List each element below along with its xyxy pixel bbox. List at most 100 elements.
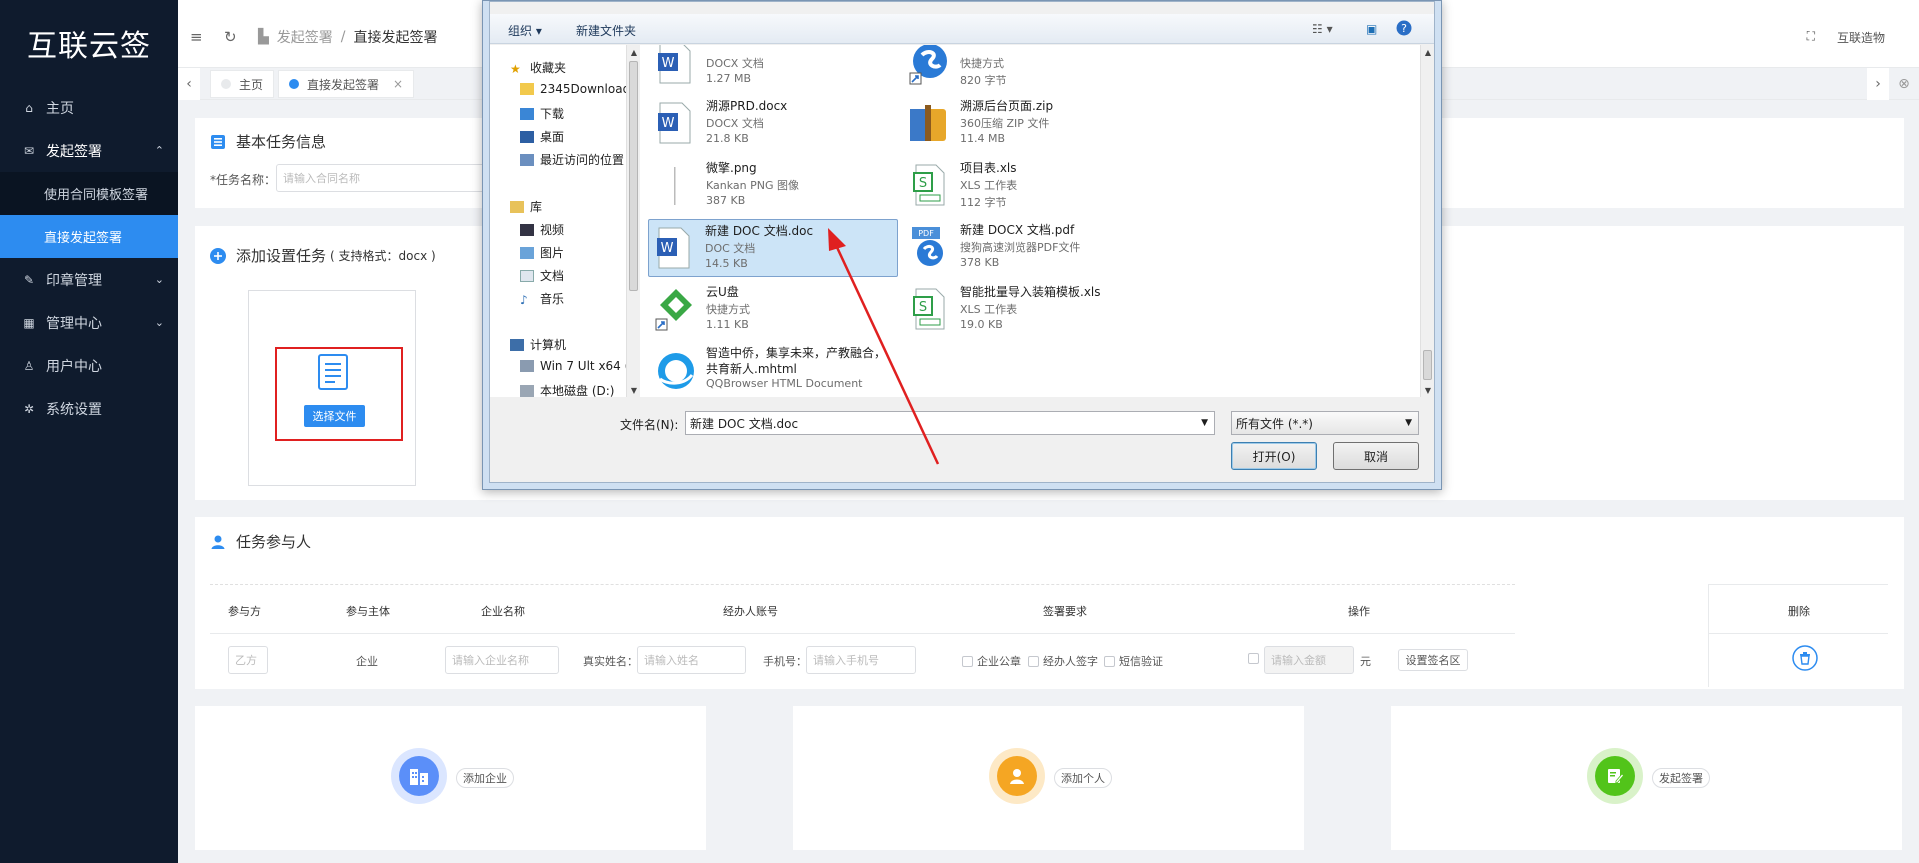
file-pane-scrollbar[interactable]: ▲ ▼ (1420, 45, 1434, 397)
file-type-select[interactable]: 所有文件 (*.*) ▼ (1231, 411, 1419, 435)
word-icon: W (654, 45, 694, 85)
nav-item-videos[interactable]: 视频 (520, 221, 564, 238)
realname-input[interactable]: 请输入姓名 (637, 646, 746, 674)
nav-item-2345downloads[interactable]: 2345Downloads (520, 82, 636, 96)
image-icon (654, 163, 694, 207)
set-signature-area-button[interactable]: 设置签名区 (1398, 649, 1468, 671)
tabs-scroll-right-icon[interactable]: › (1867, 68, 1889, 100)
company-seal-checkbox[interactable]: 企业公章 (962, 653, 1021, 669)
sidebar-item-user-center[interactable]: ♙ 用户中心 (0, 344, 178, 387)
agent-signature-checkbox[interactable]: 经办人签字 (1028, 653, 1098, 669)
sidebar-subitem-direct-sign[interactable]: 直接发起签署 (0, 215, 178, 258)
sidebar-item-seal-management[interactable]: ✎ 印章管理 ⌄ (0, 258, 178, 301)
file-item[interactable]: S 项目表.xls XLS 工作表 112 字节 (904, 157, 1154, 215)
checkbox[interactable] (962, 655, 973, 667)
nav-item-favorites[interactable]: ★ 收藏夹 (510, 59, 566, 76)
checkbox-label: 短信验证 (1119, 655, 1163, 668)
sidebar-item-initiate-sign[interactable]: ✉ 发起签署 ⌃ (0, 129, 178, 172)
add-person-label[interactable]: 添加个人 (1054, 768, 1112, 788)
view-options-icon[interactable]: ☷ ▾ (1312, 22, 1333, 36)
party-input[interactable]: 乙方 (228, 646, 268, 674)
sms-verify-checkbox[interactable]: 短信验证 (1104, 653, 1163, 669)
nav-item-libraries[interactable]: 库 (510, 198, 542, 215)
checkbox[interactable] (1104, 655, 1115, 667)
nav-item-computer[interactable]: 计算机 (510, 336, 566, 353)
scroll-down-icon[interactable]: ▼ (1421, 383, 1434, 397)
fullscreen-icon[interactable]: ⛶ (1807, 29, 1815, 46)
nav-item-desktop[interactable]: 桌面 (520, 128, 564, 145)
cancel-button[interactable]: 取消 (1333, 442, 1419, 470)
file-item[interactable]: 云U盘 快捷方式 1.11 KB (650, 281, 900, 339)
nav-item-pictures[interactable]: 图片 (520, 244, 564, 261)
new-folder-button[interactable]: 新建文件夹 (576, 22, 636, 39)
file-item[interactable]: W 溯源PRD.docx DOCX 文档 21.8 KB (650, 95, 900, 153)
scrollbar-thumb[interactable] (1423, 350, 1432, 380)
nav-item-drive-c[interactable]: Win 7 Ult x64 (C (520, 359, 638, 373)
amount-checkbox[interactable] (1248, 653, 1263, 664)
user-name[interactable]: 互联造物 (1837, 29, 1885, 46)
qqbrowser-icon (654, 349, 694, 393)
file-name: 微擎.png (706, 161, 757, 175)
company-name-input[interactable]: 请输入企业名称 (445, 646, 559, 674)
task-name-input[interactable]: 请输入合同名称 (276, 164, 496, 192)
add-person-circle[interactable] (989, 748, 1045, 804)
scrollbar-thumb[interactable] (629, 61, 638, 291)
file-item[interactable]: PDF 新建 DOCX 文档.pdf 搜狗高速浏览器PDF文件 378 KB (904, 219, 1154, 277)
add-company-label[interactable]: 添加企业 (456, 768, 514, 788)
chevron-down-icon[interactable]: ▼ (1201, 418, 1208, 428)
help-icon[interactable]: ? (1396, 20, 1412, 39)
sidebar-item-system-settings[interactable]: ✲ 系统设置 (0, 387, 178, 430)
nav-item-documents[interactable]: 文档 (520, 267, 564, 284)
delete-icon[interactable] (1792, 645, 1818, 674)
choose-file-button[interactable]: 选择文件 (304, 405, 365, 427)
file-item[interactable]: 溯源后台页面.zip 360压缩 ZIP 文件 11.4 MB (904, 95, 1154, 153)
file-item[interactable]: 快捷方式 820 字节 (904, 45, 1154, 93)
filename-input[interactable]: 新建 DOC 文档.doc ▼ (685, 411, 1215, 435)
tabs-scroll-left-icon[interactable]: ‹ (178, 68, 200, 100)
tab-status-dot (221, 79, 231, 89)
tab-home[interactable]: 主页 (210, 70, 275, 98)
checkbox[interactable] (1028, 655, 1039, 667)
sidebar-item-home[interactable]: ⌂ 主页 (0, 86, 178, 129)
organize-button[interactable]: 组织 ▾ (508, 22, 542, 39)
start-sign-label[interactable]: 发起签署 (1652, 768, 1710, 788)
amount-input[interactable]: 请输入金额 (1264, 646, 1354, 674)
nav-pane-scrollbar[interactable]: ▲ ▼ (626, 45, 640, 397)
folder-icon (520, 83, 534, 95)
file-name: 智造中侨，集享未来，产教融合，共育新人.mhtml (706, 346, 887, 376)
close-icon[interactable]: × (393, 77, 403, 91)
refresh-icon[interactable]: ↻ (224, 28, 237, 46)
add-company-circle[interactable] (391, 748, 447, 804)
start-sign-card[interactable]: 发起签署 (1391, 706, 1902, 850)
tab-direct-sign[interactable]: 直接发起签署 × (278, 70, 415, 98)
sidebar-item-management-center[interactable]: ▦ 管理中心 ⌄ (0, 301, 178, 344)
send-icon: ✉ (23, 143, 35, 158)
file-item-selected[interactable]: W 新建 DOC 文档.doc DOC 文档 14.5 KB (648, 219, 898, 277)
add-company-card[interactable]: 添加企业 (195, 706, 706, 850)
file-item[interactable]: 智造中侨，集享未来，产教融合，共育新人.mhtml QQBrowser HTML… (650, 343, 890, 397)
breadcrumb-current: 直接发起签署 (353, 30, 438, 46)
nav-item-drive-d[interactable]: 本地磁盘 (D:) (520, 382, 614, 399)
scroll-up-icon[interactable]: ▲ (1421, 45, 1434, 59)
scroll-down-icon[interactable]: ▼ (627, 383, 641, 397)
open-button[interactable]: 打开(O) (1231, 442, 1317, 470)
nav-item-recent[interactable]: 最近访问的位置 (520, 151, 624, 168)
phone-input[interactable]: 请输入手机号 (806, 646, 916, 674)
scroll-up-icon[interactable]: ▲ (627, 45, 641, 59)
file-item[interactable]: W DOCX 文档 1.27 MB (650, 45, 900, 93)
add-person-card[interactable]: 添加个人 (793, 706, 1304, 850)
preview-pane-icon[interactable]: ▣ (1366, 22, 1377, 36)
start-sign-circle[interactable] (1587, 748, 1643, 804)
nav-item-music[interactable]: ♪ 音乐 (520, 290, 564, 307)
breadcrumb-item[interactable]: 发起签署 (277, 27, 333, 47)
checkbox[interactable] (1248, 653, 1259, 664)
sidebar-subitem-template-sign[interactable]: 使用合同模板签署 (0, 172, 178, 215)
nav-label: 桌面 (540, 130, 565, 144)
menu-icon[interactable]: ≡ (190, 28, 203, 46)
nav-item-downloads[interactable]: 下载 (520, 105, 564, 122)
file-item[interactable]: 微擎.png Kankan PNG 图像 387 KB (650, 157, 900, 215)
grid-icon: ▦ (23, 315, 35, 330)
close-all-tabs-icon[interactable]: ⊗ (1893, 68, 1915, 100)
file-item[interactable]: S 智能批量导入装箱模板.xls XLS 工作表 19.0 KB (904, 281, 1154, 339)
chevron-down-icon[interactable]: ▼ (1405, 418, 1412, 428)
